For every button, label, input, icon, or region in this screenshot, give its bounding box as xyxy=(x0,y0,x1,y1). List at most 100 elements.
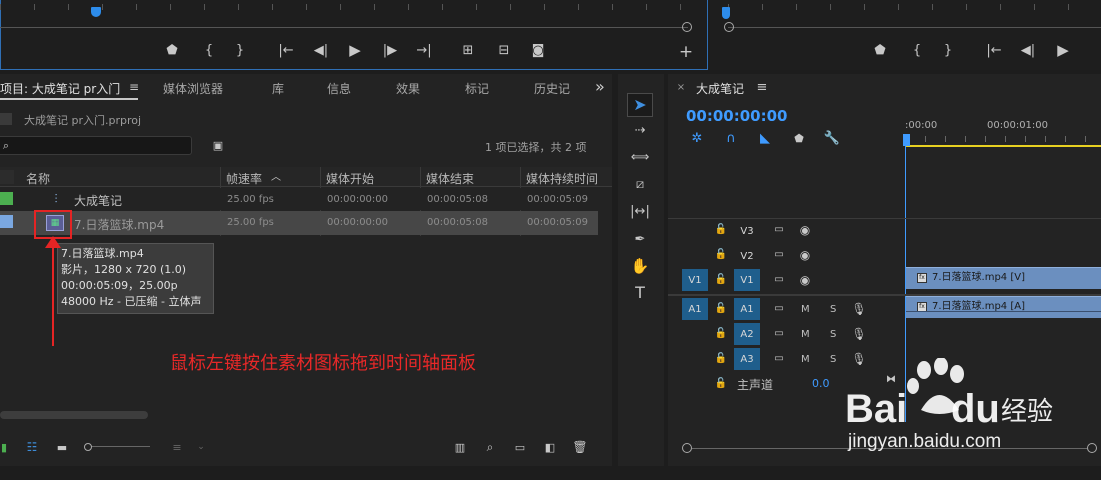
list-view-icon[interactable]: ☷ xyxy=(24,441,40,453)
search-input[interactable] xyxy=(0,136,192,155)
microphone-icon[interactable]: 🎙 xyxy=(851,327,866,341)
close-tab-icon[interactable]: × xyxy=(676,83,686,93)
track-label[interactable]: A1 xyxy=(734,298,760,320)
item-name[interactable]: 7.日落篮球.mp4 xyxy=(74,216,164,233)
find-bin-icon[interactable]: ▣ xyxy=(210,138,226,152)
pen-tool-icon[interactable]: ✒ xyxy=(632,231,648,247)
program-marker-icon[interactable]: ⬟ xyxy=(873,43,887,57)
track-lock-icon[interactable]: 🔓 xyxy=(715,303,727,315)
work-area-bar[interactable] xyxy=(905,145,1101,147)
nest-toggle-icon[interactable]: ✲ xyxy=(690,131,704,145)
track-lock-icon[interactable]: 🔓 xyxy=(715,328,727,340)
linked-selection-icon[interactable]: ◣ xyxy=(758,131,772,145)
insert-icon[interactable]: ⊞ xyxy=(458,43,478,57)
hand-tool-icon[interactable]: ✋ xyxy=(631,257,650,275)
razor-tool-icon[interactable]: ⧄ xyxy=(632,176,648,192)
mute-button[interactable]: M xyxy=(801,304,810,315)
sort-dropdown-chevron-icon[interactable]: ⌄ xyxy=(196,441,206,453)
play-icon[interactable]: ▶ xyxy=(347,42,363,58)
eye-icon[interactable]: ◉ xyxy=(798,274,812,286)
timeline-playhead-marker[interactable] xyxy=(903,134,910,146)
solo-button[interactable]: S xyxy=(830,354,836,365)
video-clip[interactable]: fx 7.日落篮球.mp4 [V] xyxy=(906,267,1101,289)
timeline-tab-title[interactable]: 大成笔记 xyxy=(696,80,744,97)
step-back-icon[interactable]: ◀| xyxy=(313,43,329,57)
sync-lock-icon[interactable]: ▭ xyxy=(772,353,786,365)
program-go-to-in-icon[interactable]: |← xyxy=(985,43,1003,57)
column-name[interactable]: 名称 xyxy=(26,170,50,186)
tabs-overflow-icon[interactable]: » xyxy=(595,77,605,96)
add-marker-icon[interactable]: ⬟ xyxy=(792,131,806,145)
program-playhead[interactable] xyxy=(722,7,730,19)
eye-icon[interactable]: ◉ xyxy=(798,224,812,236)
clear-trash-icon[interactable]: 🗑 xyxy=(572,440,587,454)
source-patch-a1[interactable]: A1 xyxy=(682,298,708,320)
settings-wrench-icon[interactable]: 🔧 xyxy=(824,131,840,145)
type-tool-icon[interactable]: T xyxy=(632,284,648,302)
track-lock-icon[interactable]: 🔓 xyxy=(715,378,727,390)
timeline-timecode[interactable]: 00:00:00:00 xyxy=(686,107,788,125)
sync-lock-icon[interactable]: ▭ xyxy=(772,328,786,340)
tab-markers[interactable]: 标记 xyxy=(465,80,489,97)
track-label[interactable]: V2 xyxy=(734,245,760,267)
audio-clip[interactable]: fx 7.日落篮球.mp4 [A] xyxy=(906,296,1101,318)
program-scrub-start-handle[interactable] xyxy=(724,22,734,32)
track-lock-icon[interactable]: 🔓 xyxy=(715,353,727,365)
mark-in-icon[interactable]: { xyxy=(202,43,216,57)
program-mark-out-icon[interactable]: } xyxy=(941,43,955,57)
zoom-slider[interactable] xyxy=(84,443,152,451)
track-label[interactable]: A2 xyxy=(734,323,760,345)
track-lock-icon[interactable]: 🔓 xyxy=(715,224,727,236)
tab-media-browser[interactable]: 媒体浏览器 xyxy=(163,80,223,97)
solo-button[interactable]: S xyxy=(830,304,836,315)
track-lock-icon[interactable]: 🔓 xyxy=(715,274,727,286)
track-select-tool-icon[interactable]: ⇢ xyxy=(631,123,649,137)
track-label[interactable]: V3 xyxy=(734,220,760,242)
sync-lock-icon[interactable]: ▭ xyxy=(772,249,786,261)
export-frame-icon[interactable]: ◙ xyxy=(530,43,546,57)
mute-button[interactable]: M xyxy=(801,354,810,365)
slip-tool-icon[interactable]: |↔| xyxy=(630,204,650,218)
column-framerate[interactable]: 帧速率 xyxy=(226,170,262,186)
program-scrubber-track[interactable] xyxy=(728,27,1101,28)
source-scrub-end-handle[interactable] xyxy=(682,22,692,32)
selection-tool-icon[interactable]: ➤ xyxy=(632,96,648,114)
tab-info[interactable]: 信息 xyxy=(327,80,351,97)
clip-media-icon[interactable]: ▦ xyxy=(46,215,64,231)
project-tab-title[interactable]: 项目: 大成笔记 pr入门 xyxy=(0,80,120,97)
sync-lock-icon[interactable]: ▭ xyxy=(772,303,786,315)
source-scrubber-track[interactable] xyxy=(0,27,688,28)
step-forward-icon[interactable]: |▶ xyxy=(382,43,398,57)
marker-icon[interactable]: ⬟ xyxy=(165,43,179,57)
tab-libraries[interactable]: 库 xyxy=(272,80,284,97)
solo-button[interactable]: S xyxy=(830,329,836,340)
timeline-scroll-start-handle[interactable] xyxy=(682,443,692,453)
source-patch-v1[interactable]: V1 xyxy=(682,269,708,291)
column-media-duration[interactable]: 媒体持续时间 xyxy=(526,170,602,186)
sync-lock-icon[interactable]: ▭ xyxy=(772,224,786,236)
mute-button[interactable]: M xyxy=(801,329,810,340)
item-name[interactable]: 大成笔记 xyxy=(74,192,122,209)
microphone-icon[interactable]: 🎙 xyxy=(851,302,866,316)
sort-ascending-icon[interactable]: ︿ xyxy=(270,172,282,184)
column-media-start[interactable]: 媒体开始 xyxy=(326,170,374,186)
new-bin-icon[interactable]: ▭ xyxy=(513,441,527,453)
track-label[interactable]: V1 xyxy=(734,269,760,291)
eye-icon[interactable]: ◉ xyxy=(798,249,812,261)
label-color-swatch[interactable] xyxy=(0,215,13,228)
master-volume[interactable]: 0.0 xyxy=(812,377,830,390)
overwrite-icon[interactable]: ⊟ xyxy=(494,43,514,57)
column-media-end[interactable]: 媒体结束 xyxy=(426,170,474,186)
sync-lock-icon[interactable]: ▭ xyxy=(772,274,786,286)
mark-out-icon[interactable]: } xyxy=(233,43,247,57)
microphone-icon[interactable]: 🎙 xyxy=(851,352,866,366)
zoom-slider-thumb[interactable] xyxy=(84,443,92,451)
automate-to-sequence-icon[interactable]: ▥ xyxy=(452,441,468,453)
timeline-scroll-end-handle[interactable] xyxy=(1087,443,1097,453)
icon-view-icon[interactable]: ▬ xyxy=(55,441,69,453)
panel-menu-icon[interactable]: ≡ xyxy=(128,81,140,93)
go-to-in-icon[interactable]: |← xyxy=(277,43,295,57)
tab-history[interactable]: 历史记 xyxy=(534,80,570,97)
program-play-icon[interactable]: ▶ xyxy=(1055,42,1071,58)
horizontal-scrollbar[interactable] xyxy=(0,411,148,419)
